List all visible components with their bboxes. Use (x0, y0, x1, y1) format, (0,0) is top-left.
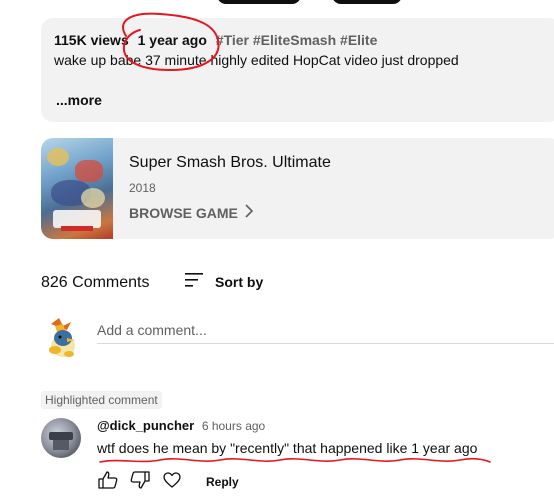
comment-count: 826 Comments (41, 274, 150, 291)
add-comment-input[interactable] (97, 320, 554, 344)
sort-label: Sort by (215, 273, 264, 290)
commenter-avatar[interactable] (41, 418, 81, 458)
add-comment-row (41, 316, 554, 360)
game-title: Super Smash Bros. Ultimate (129, 154, 331, 171)
sort-icon (185, 272, 205, 291)
reply-button[interactable]: Reply (206, 475, 239, 489)
video-hashtags[interactable]: #Tier #EliteSmash #Elite (216, 32, 378, 48)
thumbs-down-icon (130, 470, 150, 494)
comment-author[interactable]: @dick_puncher (97, 418, 194, 433)
like-comment-button[interactable] (96, 470, 120, 494)
game-cover-image (41, 138, 113, 239)
view-count: 115K views (54, 32, 129, 48)
thumbs-up-icon (98, 470, 118, 494)
cropped-subscriber-strip (0, 0, 554, 6)
description-text: wake up babe 37 minute highly edited Hop… (54, 52, 459, 68)
comment-author-line: @dick_puncher 6 hours ago (97, 418, 265, 433)
comments-header: 826 Comments Sort by (41, 272, 541, 296)
dislike-comment-button[interactable] (128, 470, 152, 494)
comment-actions: Reply (96, 470, 239, 494)
chevron-right-icon (244, 204, 254, 221)
comment-text: wtf does he mean by "recently" that happ… (97, 440, 478, 456)
comment-item: @dick_puncher 6 hours ago wtf does he me… (41, 416, 554, 498)
game-card[interactable]: Super Smash Bros. Ultimate 2018 BROWSE G… (41, 138, 554, 239)
show-more-link[interactable]: ...more (56, 92, 102, 108)
user-avatar[interactable] (41, 316, 81, 360)
video-description-box[interactable]: 115K views 1 year ago #Tier #EliteSmash … (41, 18, 554, 122)
video-meta: 115K views 1 year ago #Tier #EliteSmash … (54, 32, 382, 48)
browse-game-button[interactable]: BROWSE GAME (129, 204, 254, 221)
highlighted-comment-badge: Highlighted comment (41, 391, 162, 409)
like-button[interactable] (332, 0, 402, 4)
upload-age: 1 year ago (137, 32, 207, 48)
game-year: 2018 (129, 181, 156, 195)
sort-button[interactable]: Sort by (185, 272, 263, 291)
comment-time[interactable]: 6 hours ago (202, 419, 265, 433)
heart-icon (163, 471, 181, 493)
subscribe-button[interactable] (217, 0, 301, 4)
browse-game-label: BROWSE GAME (129, 204, 238, 221)
heart-comment-button[interactable] (160, 471, 184, 493)
